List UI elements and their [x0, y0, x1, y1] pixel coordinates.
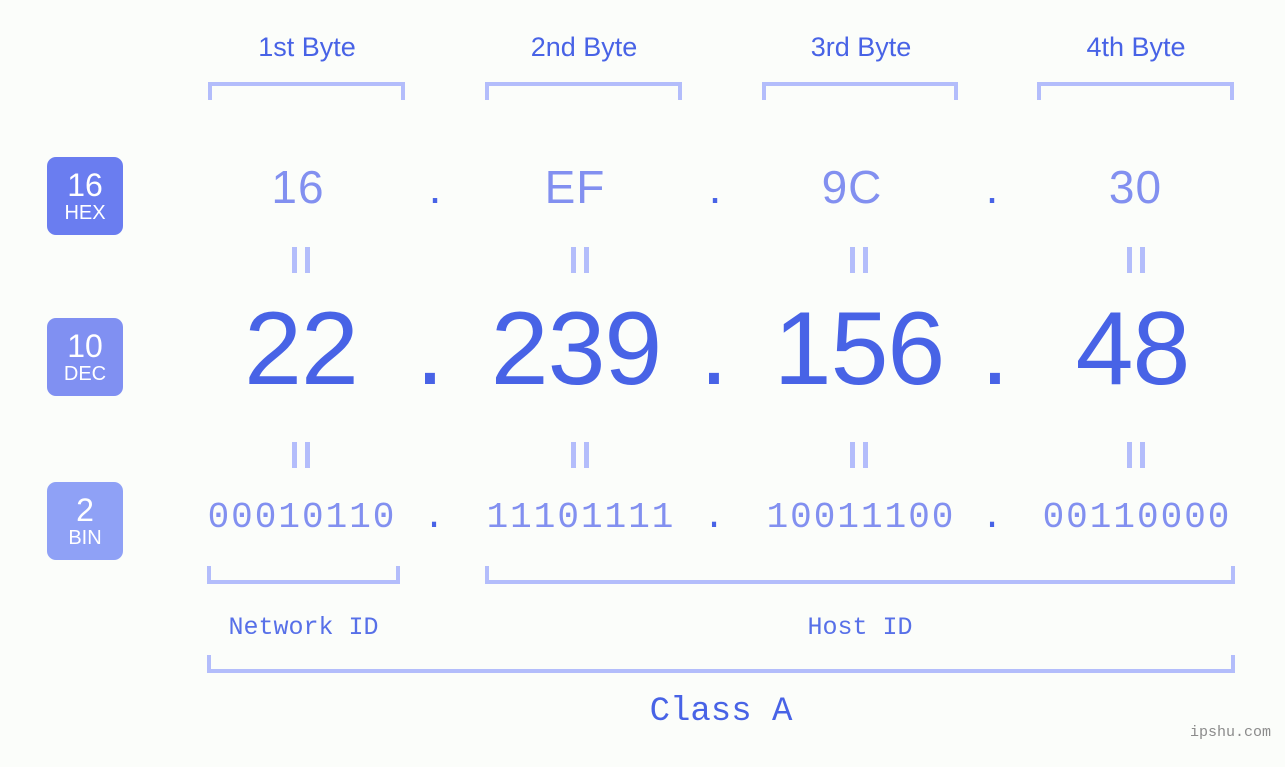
class-bracket	[207, 655, 1235, 673]
hex-byte-3: 9C	[821, 161, 883, 213]
byte-header-2: 2nd Byte	[530, 32, 638, 62]
byte-bracket-1	[208, 82, 405, 100]
dec-byte-3: 156	[773, 291, 946, 407]
bin-separator-3: .	[981, 497, 1003, 538]
equals-mark-dec-bin-3	[850, 442, 868, 468]
dec-byte-1: 22	[244, 291, 359, 407]
equals-mark-hex-dec-3	[850, 247, 868, 273]
bin-byte-4: 00110000	[1042, 497, 1232, 538]
hex-byte-1: 16	[271, 161, 325, 213]
equals-mark-dec-bin-1	[292, 442, 310, 468]
equals-mark-hex-dec-4	[1127, 247, 1145, 273]
byte-header-1: 1st Byte	[258, 32, 356, 62]
hex-separator-2: .	[708, 161, 722, 213]
base-badge-hex-number: 16	[67, 167, 103, 203]
byte-header-4: 4th Byte	[1086, 32, 1186, 62]
base-badge-hex-abbr: HEX	[64, 202, 106, 224]
dec-byte-4: 48	[1075, 291, 1191, 407]
hex-separator-1: .	[428, 161, 442, 213]
byte-bracket-4	[1037, 82, 1234, 100]
base-badge-dec-abbr: DEC	[63, 363, 107, 385]
equals-mark-dec-bin-2	[571, 442, 589, 468]
base-badge-dec: 10 DEC	[47, 318, 123, 396]
equals-mark-hex-dec-2	[571, 247, 589, 273]
byte-bracket-3	[762, 82, 958, 100]
network-id-label: Network ID	[228, 613, 379, 642]
network-id-bracket	[207, 566, 400, 584]
equals-mark-dec-bin-4	[1127, 442, 1145, 468]
hex-byte-2: EF	[544, 161, 606, 213]
ip-byte-breakdown-diagram: 1st Byte 2nd Byte 3rd Byte 4th Byte 16 H…	[0, 0, 1285, 767]
dec-separator-2: .	[699, 291, 729, 407]
base-badge-bin-number: 2	[76, 492, 94, 528]
bin-separator-2: .	[703, 497, 725, 538]
byte-header-3: 3rd Byte	[810, 32, 912, 62]
base-badge-hex: 16 HEX	[47, 157, 123, 235]
equals-mark-hex-dec-1	[292, 247, 310, 273]
class-label: Class A	[649, 693, 793, 731]
host-id-label: Host ID	[807, 613, 913, 642]
hex-byte-4: 30	[1108, 161, 1163, 213]
hex-separator-3: .	[985, 161, 999, 213]
bin-byte-1: 00010110	[207, 497, 397, 538]
dec-byte-2: 239	[490, 291, 663, 407]
host-id-bracket	[485, 566, 1235, 584]
byte-bracket-2	[485, 82, 682, 100]
base-badge-bin: 2 BIN	[47, 482, 123, 560]
base-badge-bin-abbr: BIN	[68, 527, 102, 549]
bin-byte-2: 11101111	[486, 497, 676, 538]
dec-separator-1: .	[415, 291, 445, 407]
base-badge-dec-number: 10	[67, 328, 103, 364]
dec-separator-3: .	[980, 291, 1010, 407]
site-watermark: ipshu.com	[1189, 724, 1271, 741]
bin-byte-3: 10011100	[766, 497, 956, 538]
bin-separator-1: .	[423, 497, 445, 538]
